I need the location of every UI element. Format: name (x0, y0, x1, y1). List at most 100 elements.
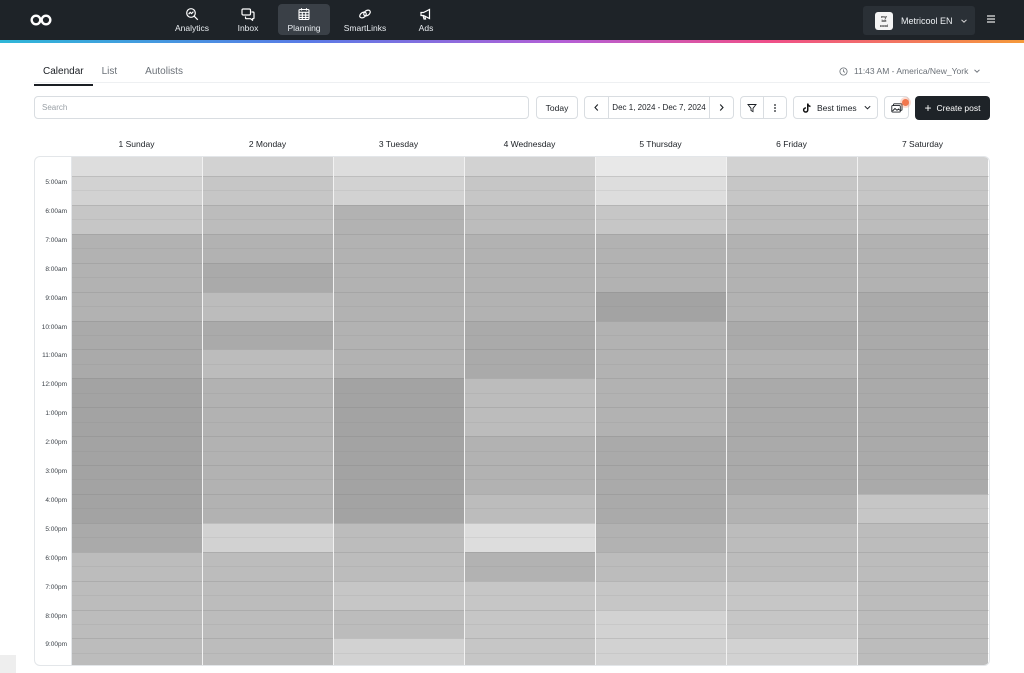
create-post-button[interactable]: + Create post (915, 96, 990, 120)
nav-inbox-label: Inbox (237, 22, 259, 33)
best-times-dropdown[interactable]: Best times (793, 96, 878, 119)
day-header-wednesday: 4 Wednesday (503, 139, 556, 149)
half-hour-line (72, 248, 989, 250)
day-header-sunday: 1 Sunday (118, 139, 155, 149)
calendar-slot[interactable] (334, 157, 464, 176)
half-hour-line (72, 623, 989, 625)
chevron-left-icon (594, 104, 599, 111)
half-hour-line (72, 479, 989, 481)
half-hour-line (72, 392, 989, 394)
time-label: 12:00pm (41, 381, 67, 389)
day-column-divider (595, 157, 596, 665)
half-hour-line (72, 363, 989, 365)
day-column-divider (464, 157, 465, 665)
day-column-divider (333, 157, 334, 665)
previous-week-button[interactable] (585, 97, 608, 118)
hour-line (72, 176, 989, 177)
brand-gradient-bar (0, 40, 1024, 43)
half-hour-line (72, 334, 989, 336)
calendar-slot[interactable] (465, 157, 595, 176)
day-column-divider (726, 157, 727, 665)
hour-line (72, 349, 989, 351)
day-column-divider (202, 157, 203, 665)
nav-ads-label: Ads (418, 22, 434, 33)
time-label: 3:00pm (45, 468, 67, 475)
day-header-friday: 6 Friday (776, 139, 807, 149)
hour-line (72, 407, 989, 409)
menu-icon[interactable] (986, 14, 996, 24)
half-hour-line (72, 190, 989, 192)
hour-line (72, 522, 989, 524)
main-nav: Analytics Inbox Planning SmartLinks Ads (166, 4, 452, 35)
calendar-slot[interactable] (72, 157, 202, 176)
half-hour-line (72, 450, 989, 452)
day-header-monday: 2 Monday (248, 139, 287, 149)
hour-line (72, 291, 989, 293)
hour-line (72, 580, 989, 582)
filter-button[interactable] (741, 97, 763, 118)
time-label: 2:00pm (45, 439, 67, 447)
nav-analytics[interactable]: Analytics (166, 4, 218, 35)
day-header-thursday: 5 Thursday (639, 139, 682, 149)
time-label: 9:00am (45, 294, 67, 302)
hour-line (72, 609, 989, 611)
tiktok-icon (802, 103, 811, 113)
hour-line (72, 638, 989, 640)
nav-inbox[interactable]: Inbox (222, 4, 274, 35)
day-header-saturday: 7 Saturday (901, 139, 944, 149)
time-label: 6:00pm (45, 554, 67, 562)
date-range-label[interactable]: Dec 1, 2024 - Dec 7, 2024 (608, 97, 710, 118)
time-label: 5:00am (45, 179, 67, 186)
metricool-logo-icon[interactable] (30, 13, 52, 27)
chevron-down-icon (960, 18, 967, 23)
half-hour-line (72, 595, 989, 597)
half-hour-line (72, 537, 989, 539)
nav-ads[interactable]: Ads (400, 4, 452, 35)
inbox-icon (241, 7, 255, 21)
day-header-tuesday: 3 Tuesday (378, 139, 419, 149)
calendar-slot[interactable] (727, 157, 857, 176)
calendar-slot[interactable] (203, 157, 333, 176)
calendar-slot[interactable] (858, 157, 988, 176)
half-hour-line (72, 219, 989, 221)
half-hour-line (72, 566, 989, 568)
hour-line (72, 551, 989, 553)
calendar-slot[interactable] (596, 157, 726, 176)
day-column-divider (857, 157, 858, 665)
time-label: 10:00am (41, 323, 67, 331)
notification-dot (902, 99, 909, 106)
nav-planning-label: Planning (287, 22, 321, 33)
today-button[interactable]: Today (536, 96, 578, 119)
timezone-selector[interactable]: 11:43 AM - America/New_York (839, 66, 981, 76)
next-week-button[interactable] (710, 97, 733, 118)
search-input[interactable] (34, 96, 529, 119)
clock-icon (839, 66, 848, 76)
chevron-down-icon (864, 105, 871, 110)
filter-icon (747, 103, 758, 112)
nav-smartlinks[interactable]: SmartLinks (334, 4, 396, 35)
hour-line (72, 233, 989, 235)
hour-line (72, 204, 989, 206)
hour-line (72, 493, 989, 495)
half-hour-line (72, 508, 989, 510)
account-switcher[interactable]: my bit cool Metricool EN (863, 6, 975, 35)
calendar-icon (298, 7, 310, 20)
more-options-button[interactable] (763, 97, 786, 118)
nav-analytics-label: Analytics (174, 22, 209, 33)
image-gallery-icon (890, 102, 902, 113)
nav-planning[interactable]: Planning (278, 4, 330, 35)
time-label: 4:00pm (45, 496, 67, 504)
time-label: 5:00pm (45, 525, 67, 533)
time-label: 7:00am (45, 236, 67, 244)
half-hour-line (72, 306, 989, 308)
link-icon (359, 9, 371, 18)
page-edge-shadow (0, 655, 16, 673)
half-hour-line (72, 421, 989, 423)
time-label: 8:00am (45, 265, 67, 273)
calendar-week-grid: 5:00am 6:00am 7:00am 8:00am 9:00am 10:00am 11:… (34, 156, 990, 666)
time-label: 11:00am (42, 352, 67, 360)
filter-options-group (740, 96, 787, 119)
more-vertical-icon (774, 103, 777, 112)
time-label: 7:00pm (45, 583, 67, 591)
tabs-divider (34, 82, 990, 83)
